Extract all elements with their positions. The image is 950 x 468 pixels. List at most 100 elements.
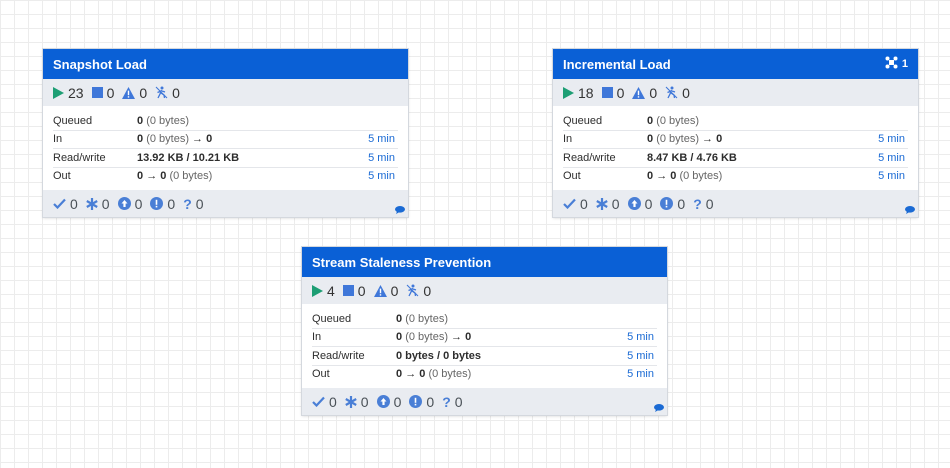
disabled-icon <box>406 284 419 297</box>
process-group-incremental-load[interactable]: Incremental Load 1 18 0 0 0 Queued 0 (0 … <box>553 49 918 217</box>
queued-row: Queued 0 (0 bytes) <box>563 112 908 131</box>
process-group-header[interactable]: Incremental Load 1 <box>553 49 918 79</box>
sync-failure-count: 0 <box>150 196 175 212</box>
in-value: 0 (0 bytes) → 0 <box>647 133 723 146</box>
running-count: 23 <box>53 85 84 101</box>
exclamation-circle-icon <box>660 197 674 210</box>
in-label: In <box>53 133 63 146</box>
out-row: Out 0 → 0 (0 bytes) 5 min <box>53 168 398 186</box>
queued-label: Queued <box>53 114 93 127</box>
arrow-up-circle-icon <box>627 197 641 210</box>
invalid-count: 0 <box>373 283 398 299</box>
component-stats-bar: 23 0 0 0 <box>43 79 408 106</box>
out-value: 0 → 0 (0 bytes) <box>396 368 472 381</box>
connected-nodes-badge: 1 <box>885 56 908 72</box>
process-group-snapshot-load[interactable]: Snapshot Load 23 0 0 0 Queued 0 (0 bytes… <box>43 49 408 217</box>
metrics-table: Queued 0 (0 bytes) In 0 (0 bytes) → 0 5 … <box>553 106 918 185</box>
process-group-title: Stream Staleness Prevention <box>312 254 492 270</box>
component-stats-bar: 4 0 0 0 <box>302 277 667 304</box>
arrow-up-circle-icon <box>376 395 390 408</box>
disabled-count: 0 <box>155 85 180 101</box>
up-to-date-count: 0 <box>563 196 588 212</box>
stop-icon <box>601 87 613 98</box>
queued-value: 0 (0 bytes) <box>396 312 448 325</box>
sync-failure-count: 0 <box>409 394 434 410</box>
readwrite-label: Read/write <box>563 151 616 164</box>
version-status-bar: 0 0 0 0 ? 0 <box>43 190 408 217</box>
question-icon: ? <box>183 195 192 212</box>
running-count: 18 <box>563 85 594 101</box>
asterisk-icon <box>345 395 357 408</box>
readwrite-time-window: 5 min <box>368 151 395 164</box>
play-icon <box>563 86 574 99</box>
process-group-stream-staleness-prevention[interactable]: Stream Staleness Prevention 4 0 0 0 Queu… <box>302 247 667 415</box>
question-icon: ? <box>693 195 702 212</box>
in-row: In 0 (0 bytes) → 0 5 min <box>53 131 398 149</box>
exclamation-circle-icon <box>150 197 164 210</box>
warning-icon <box>632 86 646 99</box>
in-time-window: 5 min <box>878 133 905 146</box>
question-icon: ? <box>442 393 451 410</box>
check-icon <box>312 396 325 407</box>
process-group-header[interactable]: Stream Staleness Prevention <box>302 247 667 277</box>
stale-count: 0 <box>627 196 652 212</box>
invalid-count: 0 <box>122 85 147 101</box>
component-stats-bar: 18 0 0 0 <box>553 79 918 106</box>
sync-failure-count: 0 <box>660 196 685 212</box>
out-time-window: 5 min <box>368 170 395 183</box>
stale-count: 0 <box>376 394 401 410</box>
out-row: Out 0 → 0 (0 bytes) 5 min <box>563 168 908 186</box>
out-value: 0 → 0 (0 bytes) <box>137 170 213 183</box>
process-group-title: Snapshot Load <box>53 56 147 72</box>
stale-count: 0 <box>117 196 142 212</box>
readwrite-label: Read/write <box>53 151 106 164</box>
out-label: Out <box>53 170 71 183</box>
unknown-count: ? 0 <box>183 195 204 212</box>
metrics-table: Queued 0 (0 bytes) In 0 (0 bytes) → 0 5 … <box>302 304 667 383</box>
locally-modified-count: 0 <box>345 394 369 410</box>
readwrite-time-window: 5 min <box>627 349 654 362</box>
exclamation-circle-icon <box>409 395 423 408</box>
readwrite-value: 13.92 KB / 10.21 KB <box>137 151 240 164</box>
comment-icon[interactable] <box>395 206 405 214</box>
process-group-header[interactable]: Snapshot Load <box>43 49 408 79</box>
queued-value: 0 (0 bytes) <box>137 114 189 127</box>
in-value: 0 (0 bytes) → 0 <box>137 133 213 146</box>
disabled-count: 0 <box>406 283 431 299</box>
connected-nodes-count: 1 <box>901 58 908 70</box>
stopped-count: 0 <box>91 85 114 101</box>
readwrite-value: 8.47 KB / 4.76 KB <box>647 151 737 164</box>
out-time-window: 5 min <box>627 368 654 381</box>
in-time-window: 5 min <box>368 133 395 146</box>
queued-label: Queued <box>312 312 352 325</box>
readwrite-time-window: 5 min <box>878 151 905 164</box>
unknown-count: ? 0 <box>693 195 714 212</box>
up-to-date-count: 0 <box>312 394 337 410</box>
locally-modified-count: 0 <box>86 196 110 212</box>
queued-label: Queued <box>563 114 603 127</box>
version-status-bar: 0 0 0 0 ? 0 <box>302 388 667 415</box>
in-row: In 0 (0 bytes) → 0 5 min <box>312 329 657 347</box>
stop-icon <box>342 285 354 296</box>
comment-icon[interactable] <box>654 404 664 412</box>
invalid-count: 0 <box>632 85 657 101</box>
disabled-icon <box>155 86 168 99</box>
queued-row: Queued 0 (0 bytes) <box>53 112 398 131</box>
disabled-count: 0 <box>665 85 690 101</box>
queued-row: Queued 0 (0 bytes) <box>312 310 657 329</box>
in-row: In 0 (0 bytes) → 0 5 min <box>563 131 908 149</box>
in-time-window: 5 min <box>627 331 654 344</box>
warning-icon <box>373 284 387 297</box>
out-label: Out <box>563 170 581 183</box>
asterisk-icon <box>86 197 98 210</box>
in-label: In <box>312 331 322 344</box>
in-label: In <box>563 133 573 146</box>
out-time-window: 5 min <box>878 170 905 183</box>
play-icon <box>312 284 323 297</box>
play-icon <box>53 86 64 99</box>
queued-value: 0 (0 bytes) <box>647 114 699 127</box>
check-icon <box>53 198 66 209</box>
arrow-up-circle-icon <box>117 197 131 210</box>
up-to-date-count: 0 <box>53 196 78 212</box>
comment-icon[interactable] <box>905 206 915 214</box>
